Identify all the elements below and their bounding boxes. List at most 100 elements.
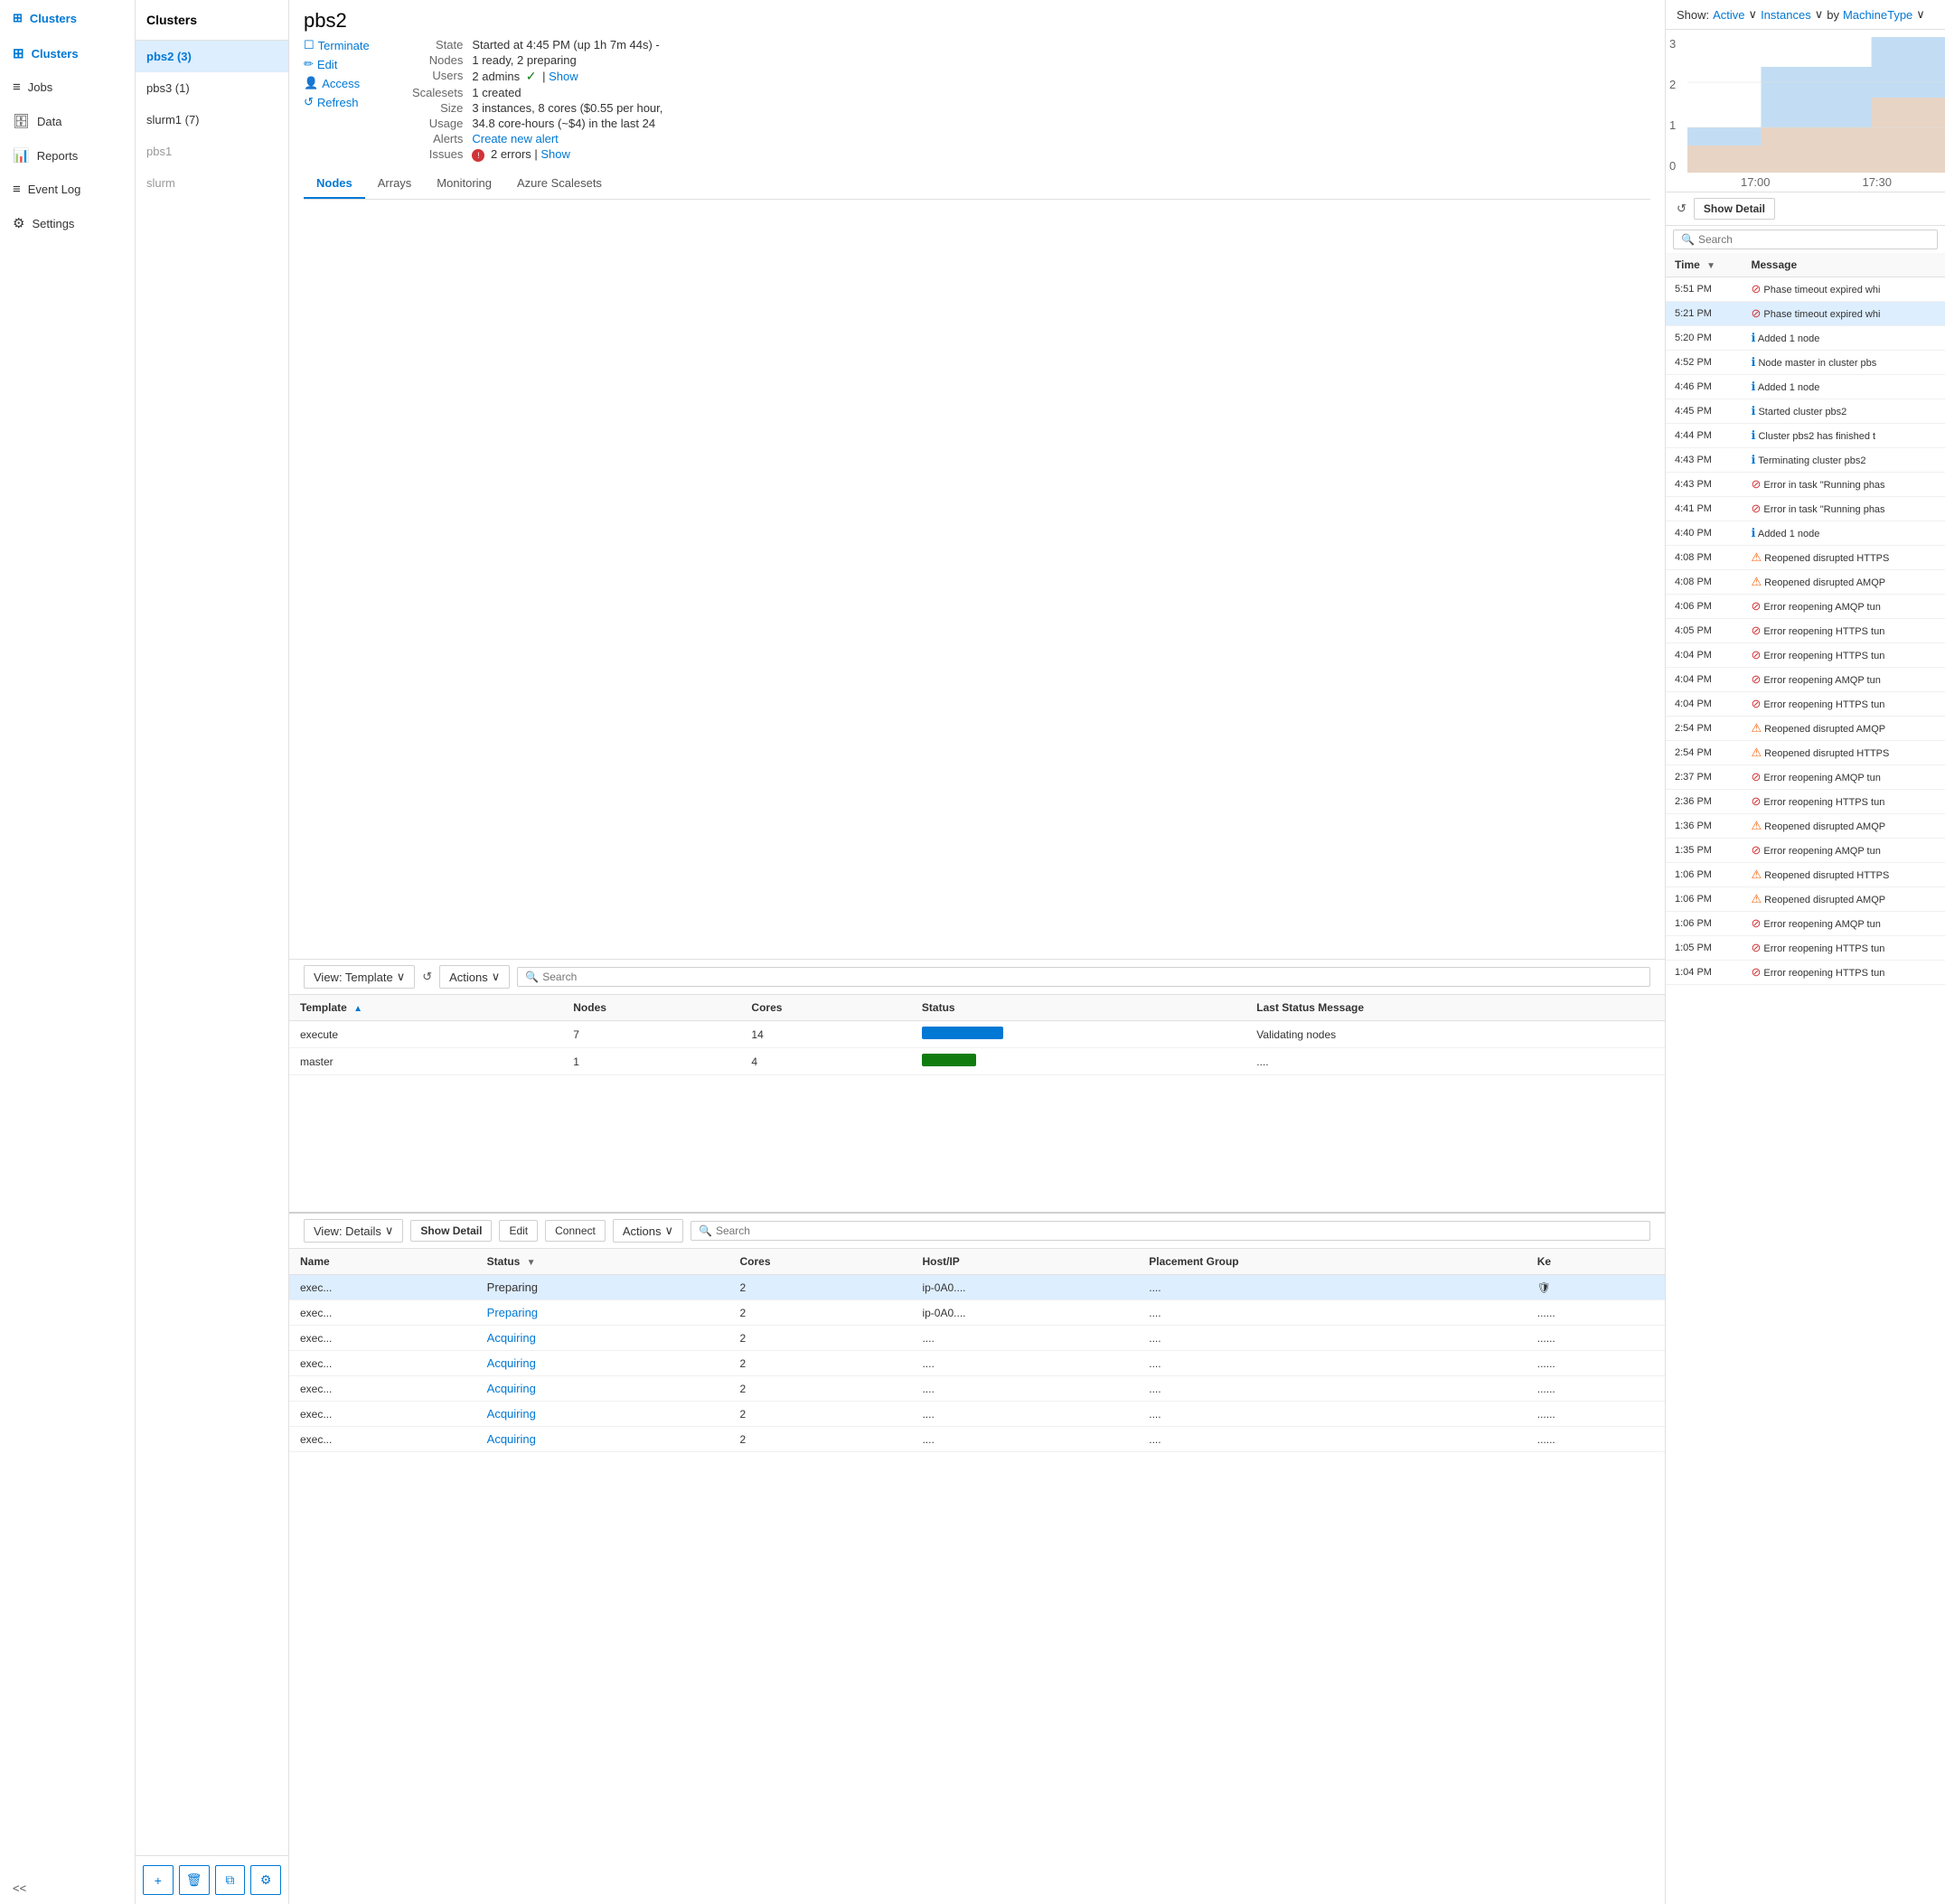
instance-status-link[interactable]: Preparing: [487, 1306, 538, 1319]
nodes-table-row[interactable]: execute 7 14 Validating nodes: [289, 1021, 1665, 1048]
sidebar-item-settings[interactable]: ⚙Settings: [0, 206, 135, 240]
active-filter-button[interactable]: Active: [1713, 8, 1744, 22]
event-row[interactable]: 4:06 PM ⊘ Error reopening AMQP tun: [1666, 595, 1945, 619]
instances-search-input[interactable]: [716, 1224, 1642, 1237]
instance-status: Preparing: [476, 1300, 729, 1326]
instances-table-row[interactable]: exec... Acquiring 2 .... .... ......: [289, 1351, 1665, 1376]
instance-placement: ....: [1138, 1275, 1526, 1300]
event-row[interactable]: 2:36 PM ⊘ Error reopening HTTPS tun: [1666, 790, 1945, 814]
event-row[interactable]: 4:04 PM ⊘ Error reopening HTTPS tun: [1666, 692, 1945, 717]
event-row[interactable]: 4:40 PM ℹ Added 1 node: [1666, 521, 1945, 546]
instances-table-row[interactable]: exec... Acquiring 2 .... .... ......: [289, 1427, 1665, 1452]
cluster-action-edit[interactable]: ✏Edit: [304, 57, 394, 71]
instances-connect-button[interactable]: Connect: [545, 1220, 606, 1242]
view-template-button[interactable]: View: Template ∨: [304, 965, 415, 989]
event-row[interactable]: 1:35 PM ⊘ Error reopening AMQP tun: [1666, 839, 1945, 863]
sidebar-item-jobs[interactable]: ≡Jobs: [0, 70, 135, 104]
instances-table-row[interactable]: exec... Preparing 2 ip-0A0.... .... 🛡: [289, 1275, 1665, 1300]
instance-status: Preparing: [476, 1275, 729, 1300]
instances-filter-button[interactable]: Instances: [1761, 8, 1811, 22]
event-row[interactable]: 1:05 PM ⊘ Error reopening HTTPS tun: [1666, 936, 1945, 961]
event-row[interactable]: 4:43 PM ℹ Terminating cluster pbs2: [1666, 448, 1945, 473]
tab-nodes[interactable]: Nodes: [304, 169, 365, 199]
event-row[interactable]: 1:06 PM ⊘ Error reopening AMQP tun: [1666, 912, 1945, 936]
sidebar-item-eventlog[interactable]: ≡Event Log: [0, 173, 135, 206]
nodes-actions-button[interactable]: Actions ∨: [439, 965, 510, 989]
right-refresh-icon[interactable]: ↺: [1677, 202, 1687, 216]
create-alert-link[interactable]: Create new alert: [472, 132, 558, 145]
cluster-item-pbs3[interactable]: pbs3 (1): [136, 72, 288, 104]
sidebar-collapse-button[interactable]: <<: [0, 1872, 135, 1904]
event-row[interactable]: 4:08 PM ⚠ Reopened disrupted HTTPS: [1666, 546, 1945, 570]
cluster-item-pbs2[interactable]: pbs2 (3): [136, 41, 288, 72]
event-row[interactable]: 4:46 PM ℹ Added 1 node: [1666, 375, 1945, 399]
machine-type-button[interactable]: MachineType: [1843, 8, 1912, 22]
event-row[interactable]: 4:43 PM ⊘ Error in task "Running phas: [1666, 473, 1945, 497]
cluster-item-slurm1[interactable]: slurm1 (7): [136, 104, 288, 136]
instances-table-row[interactable]: exec... Acquiring 2 .... .... ......: [289, 1326, 1665, 1351]
cluster-item-pbs1[interactable]: pbs1: [136, 136, 288, 167]
tab-arrays[interactable]: Arrays: [365, 169, 425, 199]
event-row[interactable]: 4:44 PM ℹ Cluster pbs2 has finished t: [1666, 424, 1945, 448]
view-details-button[interactable]: View: Details ∨: [304, 1219, 403, 1243]
sidebar-item-clusters[interactable]: ⊞Clusters: [0, 36, 135, 70]
cluster-list-delete-button[interactable]: 🗑: [179, 1865, 210, 1895]
info-icon: ℹ: [1751, 428, 1755, 442]
instance-status-link[interactable]: Acquiring: [487, 1432, 536, 1446]
warn-icon: ⚠: [1751, 721, 1762, 735]
event-row[interactable]: 4:05 PM ⊘ Error reopening HTTPS tun: [1666, 619, 1945, 643]
instances-table-row[interactable]: exec... Acquiring 2 .... .... ......: [289, 1402, 1665, 1427]
event-row[interactable]: 2:54 PM ⚠ Reopened disrupted AMQP: [1666, 717, 1945, 741]
event-row[interactable]: 4:04 PM ⊘ Error reopening HTTPS tun: [1666, 643, 1945, 668]
instance-placement: ....: [1138, 1402, 1526, 1427]
error-icon: ⊘: [1751, 941, 1761, 954]
tab-monitoring[interactable]: Monitoring: [424, 169, 504, 199]
cluster-list-gear-button[interactable]: ⚙: [250, 1865, 281, 1895]
settings-icon: ⚙: [13, 215, 24, 231]
sidebar-item-label-data: Data: [37, 115, 61, 128]
cluster-action-terminate[interactable]: ☐Terminate: [304, 38, 394, 52]
instance-status-link[interactable]: Acquiring: [487, 1331, 536, 1345]
event-row[interactable]: 4:45 PM ℹ Started cluster pbs2: [1666, 399, 1945, 424]
right-search-input[interactable]: [1698, 233, 1930, 246]
cluster-action-refresh[interactable]: ↺Refresh: [304, 95, 394, 109]
cluster-list-copy-button[interactable]: ⧉: [215, 1865, 246, 1895]
event-row[interactable]: 2:54 PM ⚠ Reopened disrupted HTTPS: [1666, 741, 1945, 765]
event-row[interactable]: 5:21 PM ⊘ Phase timeout expired whi: [1666, 302, 1945, 326]
right-show-detail-button[interactable]: Show Detail: [1694, 198, 1775, 220]
event-row[interactable]: 5:51 PM ⊘ Phase timeout expired whi: [1666, 277, 1945, 302]
nodes-table-row[interactable]: master 1 4 ....: [289, 1048, 1665, 1075]
event-row[interactable]: 5:20 PM ℹ Added 1 node: [1666, 326, 1945, 351]
event-row[interactable]: 4:52 PM ℹ Node master in cluster pbs: [1666, 351, 1945, 375]
nodes-search-input[interactable]: [542, 971, 1642, 983]
cluster-list-add-button[interactable]: +: [143, 1865, 174, 1895]
event-row[interactable]: 2:37 PM ⊘ Error reopening AMQP tun: [1666, 765, 1945, 790]
nodes-refresh-icon[interactable]: ↺: [422, 970, 432, 984]
sidebar-item-data[interactable]: 🗄Data: [0, 104, 135, 138]
event-row[interactable]: 4:08 PM ⚠ Reopened disrupted AMQP: [1666, 570, 1945, 595]
cluster-list-header: Clusters: [136, 0, 288, 41]
issues-show-link[interactable]: Show: [540, 147, 570, 161]
instances-actions-button[interactable]: Actions ∨: [613, 1219, 683, 1243]
instances-table-row[interactable]: exec... Acquiring 2 .... .... ......: [289, 1376, 1665, 1402]
event-row[interactable]: 4:41 PM ⊘ Error in task "Running phas: [1666, 497, 1945, 521]
event-row[interactable]: 1:06 PM ⚠ Reopened disrupted AMQP: [1666, 887, 1945, 912]
event-row[interactable]: 4:04 PM ⊘ Error reopening AMQP tun: [1666, 668, 1945, 692]
instances-edit-button[interactable]: Edit: [499, 1220, 538, 1242]
event-row[interactable]: 1:36 PM ⚠ Reopened disrupted AMQP: [1666, 814, 1945, 839]
event-time: 2:54 PM: [1666, 741, 1742, 765]
instances-table-row[interactable]: exec... Preparing 2 ip-0A0.... .... ....…: [289, 1300, 1665, 1326]
cluster-item-slurm[interactable]: slurm: [136, 167, 288, 199]
tab-azure-scalesets[interactable]: Azure Scalesets: [504, 169, 615, 199]
event-row[interactable]: 1:04 PM ⊘ Error reopening HTTPS tun: [1666, 961, 1945, 985]
instances-table-container: Name Status ▼ Cores Host/IP Placement Gr…: [289, 1249, 1665, 1452]
instances-show-detail-button[interactable]: Show Detail: [410, 1220, 492, 1242]
users-show-link[interactable]: Show: [549, 70, 578, 83]
instance-status-link[interactable]: Acquiring: [487, 1407, 536, 1421]
instance-status-link[interactable]: Acquiring: [487, 1382, 536, 1395]
event-row[interactable]: 1:06 PM ⚠ Reopened disrupted HTTPS: [1666, 863, 1945, 887]
cluster-action-access[interactable]: 👤Access: [304, 76, 394, 90]
instance-status-link[interactable]: Acquiring: [487, 1356, 536, 1370]
inst-col-cores: Cores: [728, 1249, 911, 1275]
sidebar-item-reports[interactable]: 📊Reports: [0, 138, 135, 173]
